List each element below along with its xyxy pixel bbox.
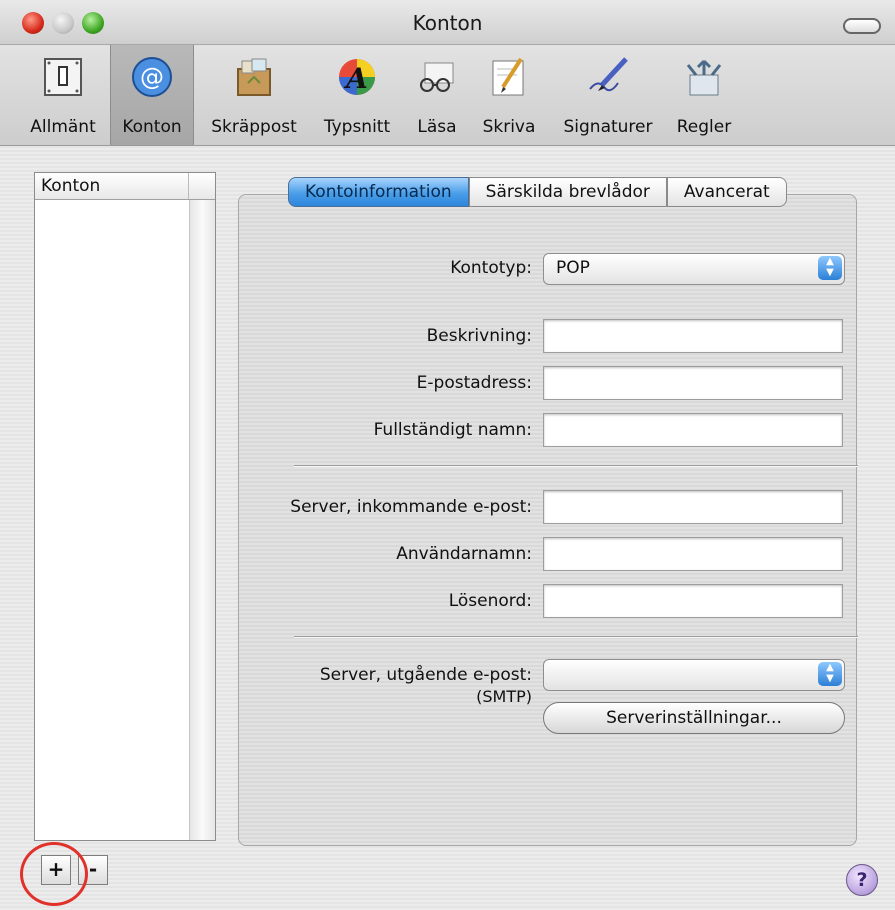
switch-icon <box>44 58 82 96</box>
description-field[interactable] <box>543 319 843 353</box>
username-label: Användarnamn: <box>396 544 532 564</box>
toolbar-item-rules[interactable]: Regler <box>668 45 740 145</box>
toolbar-toggle-button[interactable] <box>843 18 881 34</box>
junk-mail-icon <box>237 58 271 96</box>
account-type-value: POP <box>556 258 590 278</box>
email-field[interactable] <box>543 366 843 400</box>
tab-bar: Kontoinformation Särskilda brevlådor Ava… <box>288 177 787 207</box>
accounts-scrollbar[interactable] <box>189 200 215 840</box>
at-sign-icon: @ <box>132 57 172 97</box>
separator <box>294 465 858 467</box>
accounts-list[interactable]: Konton <box>34 172 216 841</box>
toolbar-item-signatures[interactable]: Signaturer <box>552 45 664 145</box>
email-label: E-postadress: <box>416 373 532 393</box>
toolbar-item-junk[interactable]: Skräppost <box>202 45 306 145</box>
updown-arrows-icon: ▲ ▼ <box>818 256 842 280</box>
toolbar-label-fonts: Typsnitt <box>323 117 391 137</box>
toolbar-label-junk: Skräppost <box>211 117 297 137</box>
tab-special-mailboxes[interactable]: Särskilda brevlådor <box>468 177 667 207</box>
glasses-icon <box>420 62 454 92</box>
outgoing-server-select[interactable]: ▲ ▼ <box>543 659 845 691</box>
server-settings-button[interactable]: Serverinställningar... <box>543 702 845 734</box>
description-label: Beskrivning: <box>426 326 532 346</box>
account-type-select[interactable]: POP ▲ ▼ <box>543 253 845 285</box>
fullname-label: Fullständigt namn: <box>373 420 532 440</box>
outgoing-server-sublabel: (SMTP) <box>476 687 532 706</box>
toolbar-item-fonts[interactable]: A Typsnitt <box>312 45 402 145</box>
pencil-icon <box>492 57 524 96</box>
toolbar: Allmänt @ Konton Skräppost A Typsnitt Lä… <box>0 45 895 146</box>
accounts-column-title: Konton <box>41 176 101 196</box>
svg-text:A: A <box>343 62 368 95</box>
toolbar-label-compose: Skriva <box>482 117 536 137</box>
column-divider <box>188 173 189 199</box>
outgoing-server-label: Server, utgående e-post: <box>319 665 532 685</box>
password-field[interactable] <box>543 584 843 618</box>
toolbar-label-signatures: Signaturer <box>563 117 653 137</box>
svg-text:@: @ <box>140 63 164 91</box>
incoming-server-field[interactable] <box>543 490 843 524</box>
toolbar-label-read: Läsa <box>417 117 457 137</box>
toolbar-item-accounts[interactable]: @ Konton <box>110 45 194 145</box>
toolbar-label-general: Allmänt <box>30 117 96 137</box>
font-icon: A <box>339 59 375 95</box>
rules-icon <box>686 59 722 96</box>
highlight-circle <box>20 842 88 906</box>
accounts-list-header[interactable]: Konton <box>35 173 215 200</box>
window-title: Konton <box>412 11 483 35</box>
toolbar-label-accounts: Konton <box>122 117 182 137</box>
toolbar-item-read[interactable]: Läsa <box>404 45 470 145</box>
preferences-window: Konton Allmänt @ Konton Skräppost A Typs… <box>0 0 895 910</box>
toolbar-item-compose[interactable]: Skriva <box>474 45 544 145</box>
pen-icon <box>589 57 628 92</box>
updown-arrows-icon: ▲ ▼ <box>818 662 842 686</box>
tab-advanced[interactable]: Avancerat <box>666 177 787 207</box>
username-field[interactable] <box>543 537 843 571</box>
incoming-server-label: Server, inkommande e-post: <box>290 497 532 517</box>
password-label: Lösenord: <box>448 591 532 611</box>
help-button[interactable]: ? <box>846 864 878 896</box>
title-bar: Konton <box>0 0 895 45</box>
tab-account-information[interactable]: Kontoinformation <box>288 177 469 207</box>
separator <box>294 636 858 638</box>
toolbar-label-rules: Regler <box>676 117 732 137</box>
toolbar-item-general[interactable]: Allmänt <box>22 45 104 145</box>
fullname-field[interactable] <box>543 413 843 447</box>
account-type-label: Kontotyp: <box>450 258 532 278</box>
